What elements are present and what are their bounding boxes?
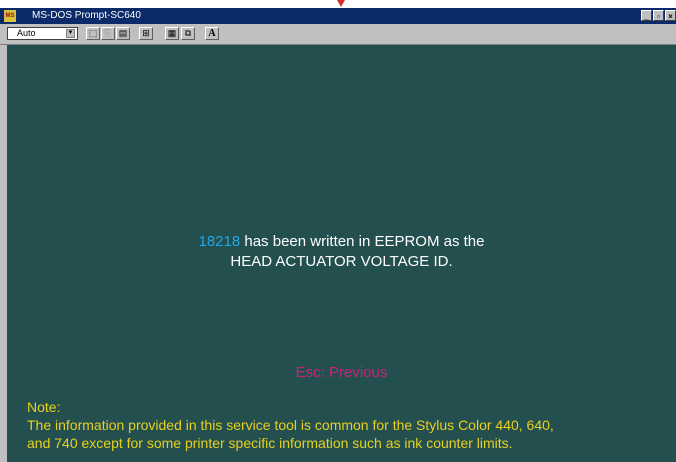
fullscreen-icon[interactable]: ⊞	[139, 27, 153, 40]
minimize-icon[interactable]: _	[641, 10, 652, 21]
voltage-id-value: 18218	[198, 233, 241, 250]
dos-window: MS MS-DOS Prompt-SC640 _ ▫ × Auto ▼ ⬚ ⎘ ▤ …	[0, 8, 676, 462]
message-text: has been written in EEPROM as the	[240, 233, 485, 250]
window-controls: _ ▫ ×	[640, 10, 676, 22]
background-icon[interactable]: ⧉	[181, 27, 195, 40]
window-title: MS-DOS Prompt-SC640	[32, 10, 141, 21]
note-line-2: and 740 except for some printer specific…	[27, 435, 513, 451]
toolbar: Auto ▼ ⬚ ⎘ ▤ ⊞ ▦ ⧉ A	[0, 24, 676, 45]
font-icon[interactable]: A	[205, 27, 219, 40]
title-bar[interactable]: MS MS-DOS Prompt-SC640 _ ▫ ×	[0, 8, 676, 24]
font-size-value: Auto	[17, 28, 36, 38]
properties-icon[interactable]: ▦	[165, 27, 179, 40]
note-line-1: The information provided in this service…	[27, 417, 554, 433]
mark-icon[interactable]: ⬚	[86, 27, 100, 40]
arrow-marker-icon	[337, 0, 345, 7]
paste-icon[interactable]: ▤	[116, 27, 130, 40]
ms-dos-icon[interactable]: MS	[4, 10, 16, 22]
message-line-1: 18218 has been written in EEPROM as the	[7, 233, 676, 250]
maximize-icon[interactable]: ▫	[653, 10, 664, 21]
close-icon[interactable]: ×	[665, 10, 676, 21]
message-line-2: HEAD ACTUATOR VOLTAGE ID.	[230, 253, 453, 270]
chevron-down-icon[interactable]: ▼	[66, 29, 75, 38]
esc-previous-hint: Esc: Previous	[295, 364, 388, 381]
copy-icon[interactable]: ⎘	[101, 27, 115, 40]
note-title: Note:	[27, 399, 61, 415]
console-screen[interactable]: 18218 has been written in EEPROM as the …	[7, 45, 676, 462]
font-size-select[interactable]: Auto ▼	[7, 27, 78, 40]
